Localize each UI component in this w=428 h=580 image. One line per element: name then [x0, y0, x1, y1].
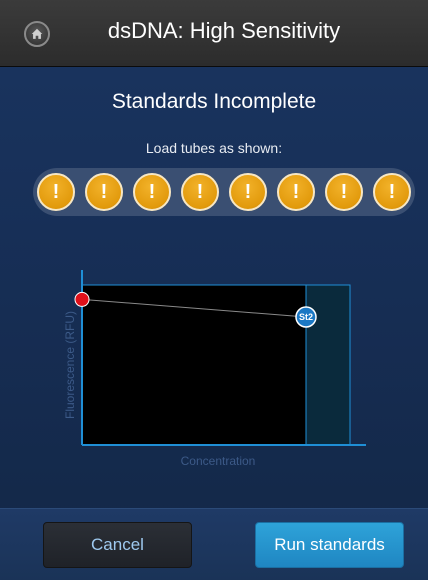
tube-warning-icon: ! [37, 173, 75, 211]
standards-chart: St2 Concentration Fluorescence (RFU) [60, 265, 370, 475]
chart-svg: St2 Concentration Fluorescence (RFU) [63, 270, 366, 468]
page-title: dsDNA: High Sensitivity [107, 18, 341, 43]
tube-strip: ! ! ! ! ! ! ! ! [33, 168, 415, 216]
tube-warning-icon: ! [277, 173, 315, 211]
home-icon [31, 28, 43, 39]
standard-1-point [74, 291, 90, 307]
y-axis-label: Fluorescence (RFU) [63, 311, 77, 419]
standard-2-label: St2 [299, 312, 313, 322]
cancel-button[interactable]: Cancel [43, 522, 192, 568]
status-title: Standards Incomplete [111, 90, 317, 113]
load-instruction: Load tubes as shown: [145, 140, 283, 156]
footer-bar: Cancel Run standards [0, 508, 428, 580]
tube-warning-icon: ! [229, 173, 267, 211]
run-standards-button[interactable]: Run standards [255, 522, 404, 568]
home-button[interactable] [24, 21, 50, 47]
x-axis-label: Concentration [181, 454, 256, 468]
tube-warning-icon: ! [133, 173, 171, 211]
header-bar: dsDNA: High Sensitivity [0, 0, 428, 67]
tube-warning-icon: ! [373, 173, 411, 211]
tube-warning-icon: ! [325, 173, 363, 211]
tube-warning-icon: ! [85, 173, 123, 211]
screen: dsDNA: High Sensitivity Standards Incomp… [0, 0, 428, 580]
tube-warning-icon: ! [181, 173, 219, 211]
